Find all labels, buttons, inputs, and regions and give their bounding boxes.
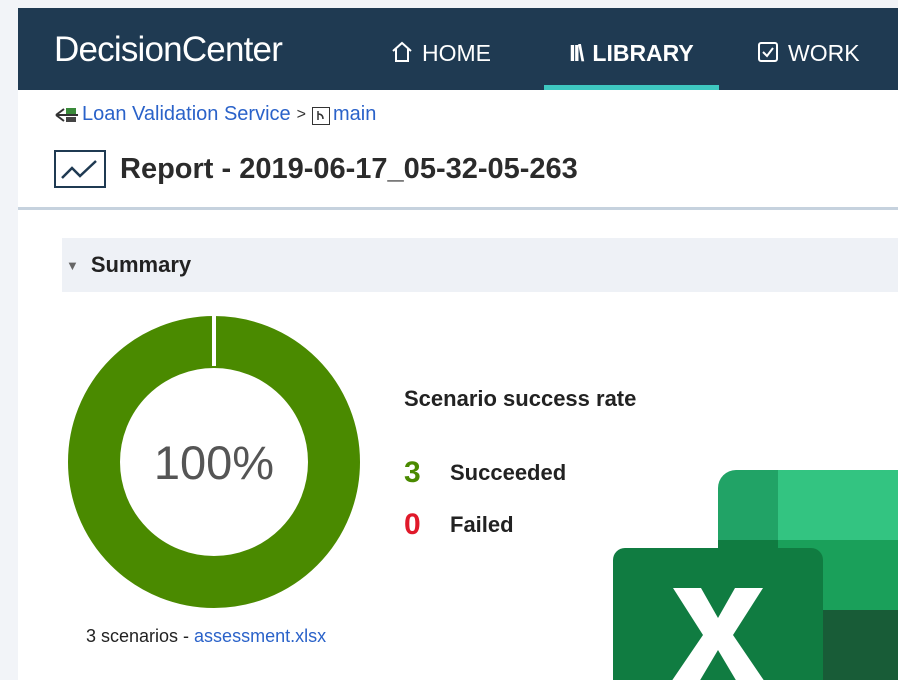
report-title-row: Report - 2019-06-17_05-32-05-263 (54, 150, 578, 188)
summary-heading: Summary (90, 252, 192, 277)
home-icon (390, 40, 414, 70)
scenario-count-line: 3 scenarios - assessment.xlsx (86, 626, 326, 647)
succeeded-label: Succeeded (450, 460, 567, 485)
scenario-count: 3 scenarios - (86, 626, 195, 646)
breadcrumb-service-link[interactable]: Loan Validation Service (82, 103, 291, 126)
success-percent: 100% (153, 435, 275, 489)
nav-library[interactable]: II\ LIBRARY (544, 40, 719, 90)
top-nav-bar: DecisionCenter HOME II\ LIBRARY WORK (18, 8, 898, 90)
succeeded-count: 3 (404, 456, 421, 489)
header-divider (18, 207, 898, 210)
nav-home-label: HOME (422, 40, 491, 66)
failed-count: 0 (404, 508, 421, 541)
excel-logo-icon (613, 470, 898, 680)
summary-section-header[interactable]: ▼ Summary (62, 238, 898, 292)
breadcrumb-branch-link[interactable]: main (333, 103, 376, 126)
work-checkbox-icon (756, 40, 780, 70)
breadcrumb: Loan Validation Service > main (54, 103, 376, 126)
succeeded-stat: 3 Succeeded (404, 456, 566, 490)
assessment-file-link[interactable]: assessment.xlsx (194, 626, 326, 646)
app-frame: DecisionCenter HOME II\ LIBRARY WORK Loa… (18, 8, 898, 680)
branch-icon (312, 106, 330, 125)
nav-home[interactable]: HOME (390, 40, 491, 90)
success-rate-title: Scenario success rate (404, 386, 637, 411)
active-tab-indicator (544, 85, 719, 90)
decision-service-icon (54, 105, 80, 125)
page-title: Report - 2019-06-17_05-32-05-263 (120, 152, 578, 185)
library-icon: II\ (569, 40, 584, 66)
failed-label: Failed (450, 512, 514, 537)
app-brand[interactable]: DecisionCenter (54, 30, 283, 70)
breadcrumb-separator: > (296, 105, 306, 123)
nav-work-label: WORK (788, 40, 860, 66)
nav-work[interactable]: WORK (756, 40, 860, 90)
failed-stat: 0 Failed (404, 508, 514, 542)
report-chart-icon (54, 150, 106, 188)
nav-library-label: LIBRARY (592, 40, 694, 66)
collapse-triangle-icon[interactable]: ▼ (66, 258, 79, 273)
